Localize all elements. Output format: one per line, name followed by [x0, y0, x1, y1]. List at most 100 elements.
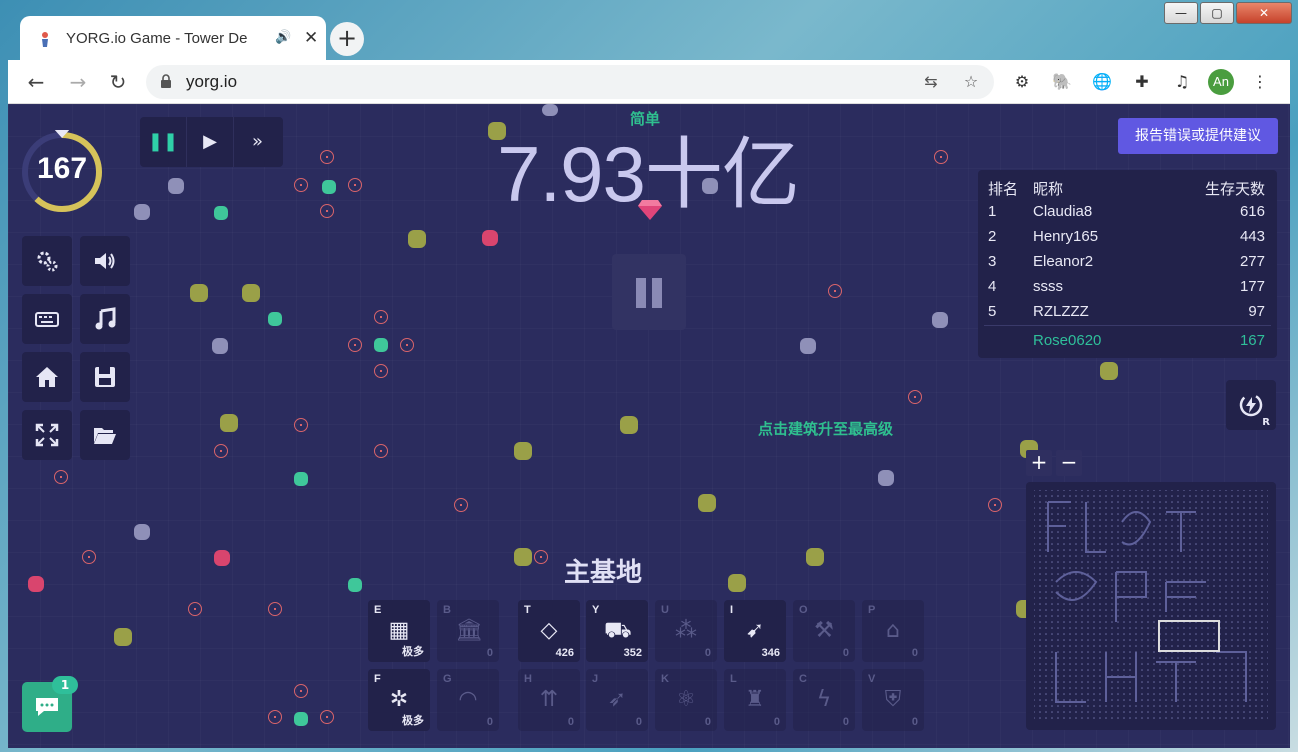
game-canvas[interactable]: 167 ❚❚ ▶ » 简单 7.93十亿 报告错误或提供建议 排名 昵称 生存天… [8, 104, 1290, 748]
ore-node [514, 548, 532, 566]
speed-controls: ❚❚ ▶ » [140, 117, 283, 167]
upgrade-hint: 点击建筑升至最高级 [758, 420, 894, 438]
enemy-marker [54, 470, 68, 484]
tab-bar: YORG.io Game - Tower De 🔊 ✕ + [8, 8, 1290, 62]
minimap[interactable] [1026, 482, 1276, 730]
build-slot-minecart[interactable]: Y ⛟ 352 [586, 600, 648, 662]
extensions-puzzle-icon[interactable]: ✚ [1130, 70, 1154, 94]
build-count: 0 [842, 716, 849, 728]
audio-playing-icon[interactable]: 🔊 [275, 30, 291, 45]
sound-button[interactable] [80, 236, 130, 286]
build-slot-wall[interactable]: E ▦ 极多 [368, 600, 430, 662]
enemy-marker [374, 444, 388, 458]
active-tab[interactable]: YORG.io Game - Tower De 🔊 ✕ [20, 16, 326, 62]
zoom-out-button[interactable]: − [1056, 450, 1082, 476]
leaderboard: 排名 昵称 生存天数 1 Claudia8 616 2 Henry165 443… [978, 170, 1277, 358]
play-speed-button[interactable]: ▶ [187, 117, 234, 167]
leaderboard-header: 排名 昵称 生存天数 [978, 178, 1277, 203]
close-tab-icon[interactable]: ✕ [304, 28, 318, 48]
forward-icon[interactable]: → [64, 68, 92, 96]
lock-icon [161, 74, 171, 88]
crystal-node [374, 338, 388, 352]
build-slot-atom[interactable]: K ⚛ 0 [655, 669, 717, 731]
build-slot-ore[interactable]: U ⁂ 0 [655, 600, 717, 662]
address-bar[interactable]: yorg.io ⇆ ☆ [146, 65, 994, 99]
translate-icon[interactable]: ⇆ [920, 71, 942, 93]
self-days-cell: 167 [1239, 332, 1265, 349]
ore-node [408, 230, 426, 248]
rock-node [168, 178, 184, 194]
build-slot-cannon[interactable]: I ➹ 346 [724, 600, 786, 662]
new-tab-button[interactable]: + [330, 22, 364, 56]
crystal-node [214, 206, 228, 220]
build-slot-bank[interactable]: B 🏛 0 [437, 600, 499, 662]
name-cell: Henry165 [1033, 228, 1099, 245]
music-button[interactable] [80, 294, 130, 344]
hotkey-label: B [443, 604, 451, 616]
profile-avatar[interactable]: An [1208, 69, 1234, 95]
build-slot-network[interactable]: F ✲ 极多 [368, 669, 430, 731]
ruby-node [214, 550, 230, 566]
build-slot-dome[interactable]: G ◠ 0 [437, 669, 499, 731]
build-count: 0 [486, 647, 493, 659]
report-bug-button[interactable]: 报告错误或提供建议 [1118, 118, 1278, 154]
minimap-viewport[interactable] [1158, 620, 1220, 652]
enemy-marker [374, 364, 388, 378]
keyboard-button[interactable] [22, 294, 72, 344]
media-control-icon[interactable]: ♫ [1170, 70, 1194, 94]
extension-gear-icon[interactable]: ⚙ [1010, 70, 1034, 94]
level-counter: 167 [36, 152, 88, 185]
enemy-marker [268, 602, 282, 616]
globe-icon[interactable]: 🌐 [1090, 70, 1114, 94]
bookmark-star-icon[interactable]: ☆ [960, 71, 982, 93]
zoom-in-button[interactable]: + [1026, 450, 1052, 476]
enemy-marker [400, 338, 414, 352]
browser-window: — ▢ ✕ YORG.io Game - Tower De 🔊 ✕ + ← → … [0, 0, 1298, 752]
build-count: 0 [567, 716, 574, 728]
evernote-icon[interactable]: 🐘 [1050, 70, 1074, 94]
shield-icon: ⛨ [884, 687, 902, 712]
enemy-marker [374, 310, 388, 324]
pause-overlay-button[interactable] [612, 254, 686, 330]
save-button[interactable] [80, 352, 130, 402]
crystal-node [322, 180, 336, 194]
build-slot-reactor[interactable]: L ♜ 0 [724, 669, 786, 731]
settings-button[interactable] [22, 236, 72, 286]
build-slot-shield[interactable]: V ⛨ 0 [862, 669, 924, 731]
build-count: 0 [704, 716, 711, 728]
pause-bar [652, 278, 662, 308]
rank-cell: 1 [988, 203, 997, 220]
reload-icon[interactable]: ↻ [104, 68, 132, 96]
folder-open-icon [94, 428, 116, 444]
build-slot-gem-mine[interactable]: T ◇ 426 [518, 600, 580, 662]
build-slot-axe[interactable]: O ⚒ 0 [793, 600, 855, 662]
fast-forward-button[interactable]: » [234, 117, 281, 167]
build-slot-rocket[interactable]: J ➶ 0 [586, 669, 648, 731]
build-slot-factory[interactable]: P ⌂ 0 [862, 600, 924, 662]
power-toggle-button[interactable]: R [1226, 380, 1276, 430]
back-icon[interactable]: ← [22, 68, 50, 96]
menu-dots-icon[interactable]: ⋮ [1248, 70, 1272, 94]
rank-header: 排名 [988, 181, 1019, 198]
build-count: 极多 [402, 646, 424, 658]
selected-building-label: 主基地 [564, 558, 643, 588]
ore-node [190, 284, 208, 302]
days-cell: 443 [1239, 228, 1265, 245]
pause-speed-button[interactable]: ❚❚ [140, 117, 187, 167]
arrows-icon: ⇈ [539, 687, 559, 712]
home-button[interactable] [22, 352, 72, 402]
minimap-terrain [1034, 490, 1268, 722]
load-button[interactable] [80, 410, 130, 460]
build-slot-lightning[interactable]: C ϟ 0 [793, 669, 855, 731]
yorg-favicon-icon [42, 32, 48, 47]
hotkey-label: T [524, 604, 531, 616]
build-count: 426 [555, 647, 574, 659]
lightning-icon: ϟ [816, 687, 832, 712]
fullscreen-button[interactable] [22, 410, 72, 460]
build-slot-arrows[interactable]: H ⇈ 0 [518, 669, 580, 731]
atom-icon: ⚛ [676, 687, 696, 712]
build-count: 346 [761, 647, 780, 659]
volume-icon [95, 253, 115, 269]
zoom-controls: + − [1026, 450, 1086, 476]
population-counter: 7.93十亿 [497, 130, 800, 218]
